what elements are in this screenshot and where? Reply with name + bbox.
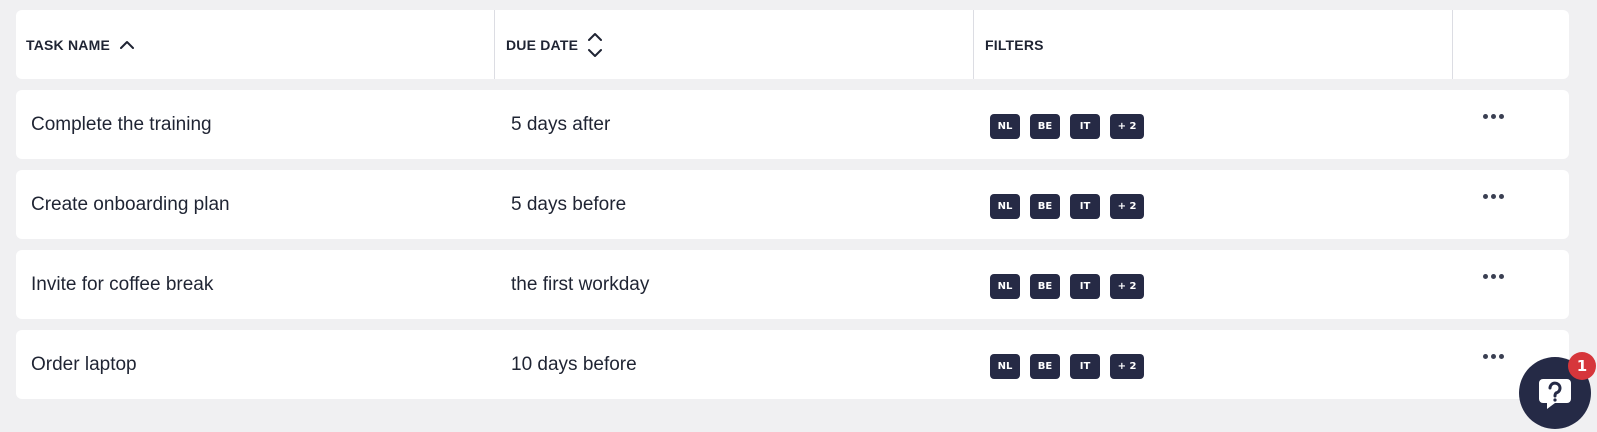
due-date: the first workday [511,273,650,295]
filter-badge-it: IT [1070,273,1100,299]
due-date-cell: 5 days before [495,170,974,239]
table-row[interactable]: Complete the training 5 days after NL BE… [16,90,1569,159]
filter-badge-more[interactable]: + 2 [1110,193,1144,219]
filter-badges: NL BE IT + 2 [990,353,1144,379]
more-options-dot [1499,194,1504,199]
filter-badges: NL BE IT + 2 [990,273,1144,299]
column-label-due-date: DUE DATE [506,36,579,53]
table-row[interactable]: Invite for coffee break the first workda… [16,250,1569,319]
filter-badge-be: BE [1030,193,1060,219]
filter-badge-more[interactable]: + 2 [1110,353,1144,379]
more-options-dot [1483,274,1488,279]
sort-unsorted-icon[interactable] [588,32,603,58]
chat-help-icon [1539,379,1571,409]
more-options-dot [1483,194,1488,199]
actions-cell [1453,170,1569,239]
actions-cell [1453,250,1569,319]
filters-cell: NL BE IT + 2 [974,170,1453,239]
due-date: 5 days before [511,193,627,215]
more-options-dot [1491,274,1496,279]
column-header-actions [1453,10,1569,79]
filter-badge-be: BE [1030,353,1060,379]
more-options-dot [1491,114,1496,119]
column-label-task-name: TASK NAME [26,36,110,53]
filter-badge-it: IT [1070,193,1100,219]
more-options-dot [1499,354,1504,359]
task-name-cell: Invite for coffee break [16,250,495,319]
filter-badge-be: BE [1030,113,1060,139]
filter-badge-nl: NL [990,353,1020,379]
task-name-cell: Complete the training [16,90,495,159]
task-table: TASK NAME DUE DATE FILTERS Complete the … [0,0,1597,432]
filters-cell: NL BE IT + 2 [974,330,1453,399]
more-options-icon[interactable] [1483,272,1504,281]
filter-badge-more[interactable]: + 2 [1110,273,1144,299]
column-header-task-name[interactable]: TASK NAME [16,10,495,79]
table-row[interactable]: Create onboarding plan 5 days before NL … [16,170,1569,239]
filter-badge-it: IT [1070,353,1100,379]
more-options-icon[interactable] [1483,192,1504,201]
filter-badge-nl: NL [990,193,1020,219]
column-header-due-date[interactable]: DUE DATE [495,10,974,79]
due-date-cell: 10 days before [495,330,974,399]
more-options-dot [1499,114,1504,119]
actions-cell [1453,90,1569,159]
notification-count-badge: 1 [1568,352,1596,380]
filter-badge-nl: NL [990,273,1020,299]
due-date: 10 days before [511,353,637,375]
task-name: Invite for coffee break [31,273,214,295]
task-name: Complete the training [31,113,212,135]
filters-cell: NL BE IT + 2 [974,250,1453,319]
filter-badge-it: IT [1070,113,1100,139]
more-options-icon[interactable] [1483,352,1504,361]
more-options-dot [1491,354,1496,359]
filter-badge-nl: NL [990,113,1020,139]
sort-ascending-icon[interactable] [119,40,134,50]
due-date-cell: 5 days after [495,90,974,159]
table-row[interactable]: Order laptop 10 days before NL BE IT + 2 [16,330,1569,399]
filter-badges: NL BE IT + 2 [990,193,1144,219]
more-options-dot [1499,274,1504,279]
task-name-cell: Order laptop [16,330,495,399]
more-options-dot [1483,114,1488,119]
due-date: 5 days after [511,113,611,135]
task-name: Create onboarding plan [31,193,230,215]
more-options-dot [1491,194,1496,199]
filters-cell: NL BE IT + 2 [974,90,1453,159]
filter-badges: NL BE IT + 2 [990,113,1144,139]
task-name-cell: Create onboarding plan [16,170,495,239]
due-date-cell: the first workday [495,250,974,319]
filter-badge-more[interactable]: + 2 [1110,113,1144,139]
column-label-filters: FILTERS [985,36,1044,53]
task-name: Order laptop [31,353,137,375]
column-header-filters: FILTERS [974,10,1453,79]
more-options-icon[interactable] [1483,112,1504,121]
table-header: TASK NAME DUE DATE FILTERS [16,10,1569,79]
filter-badge-be: BE [1030,273,1060,299]
more-options-dot [1483,354,1488,359]
